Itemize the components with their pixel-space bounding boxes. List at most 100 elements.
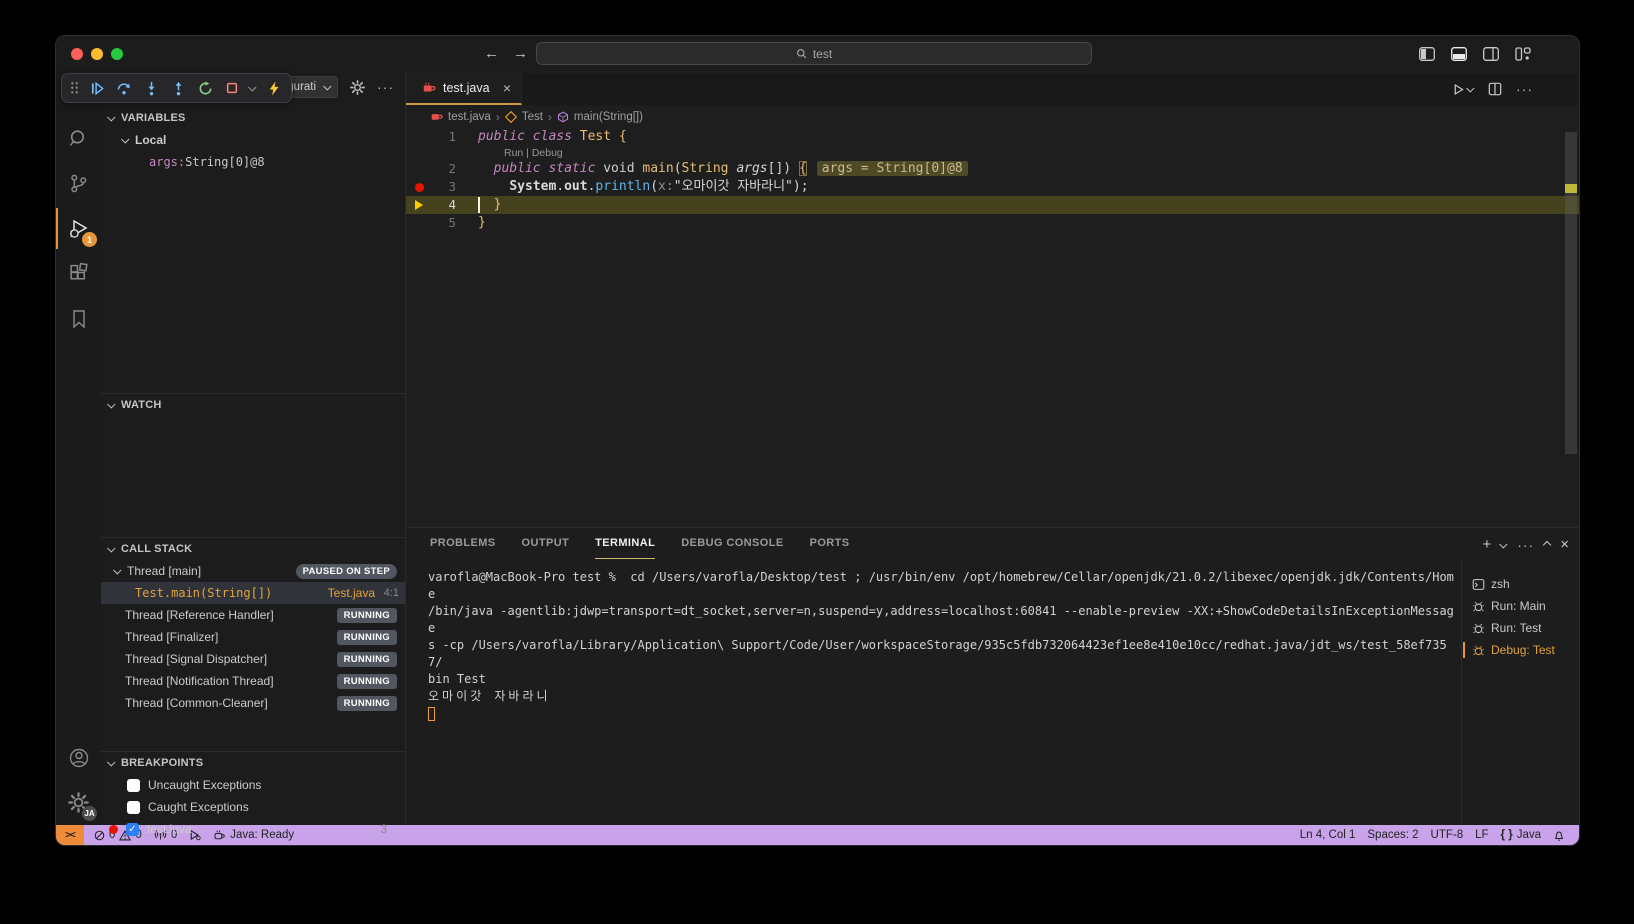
close-icon[interactable]: ×: [503, 80, 511, 96]
terminal-output[interactable]: varofla@MacBook-Pro test % cd /Users/var…: [406, 559, 1461, 825]
run-java-button[interactable]: [1452, 83, 1474, 96]
restart-button[interactable]: [196, 77, 214, 99]
account-button[interactable]: [56, 735, 101, 780]
indentation-indicator[interactable]: Spaces: 2: [1361, 829, 1424, 841]
language-indicator[interactable]: { } Java: [1495, 829, 1547, 841]
hot-code-replace-button[interactable]: [265, 77, 283, 99]
gear-icon[interactable]: [350, 80, 365, 95]
tab-terminal[interactable]: TERMINAL: [595, 528, 655, 559]
tab-output[interactable]: OUTPUT: [522, 528, 570, 559]
run-icon: [1452, 83, 1465, 96]
toggle-panel-icon[interactable]: [1451, 47, 1467, 61]
continue-button[interactable]: [88, 77, 106, 99]
terminal-list-item-debug-test[interactable]: Debug: Test: [1462, 639, 1579, 661]
close-panel-icon[interactable]: ×: [1560, 536, 1569, 553]
terminal-list-item-run-test[interactable]: Run: Test: [1462, 617, 1579, 639]
watch-header[interactable]: WATCH: [101, 394, 405, 416]
tab-debug-console[interactable]: DEBUG CONSOLE: [681, 528, 783, 559]
breakpoint-row[interactable]: Caught Exceptions: [101, 796, 405, 818]
customize-layout-icon[interactable]: [1515, 47, 1531, 61]
step-out-button[interactable]: [169, 77, 187, 99]
run-dropdown-chevron-icon[interactable]: [1466, 84, 1474, 92]
maximize-window-button[interactable]: [111, 48, 123, 60]
panel-more-actions-icon[interactable]: ···: [1517, 537, 1534, 553]
sidebar-item-extensions[interactable]: [56, 251, 101, 296]
notifications-bell[interactable]: [1547, 829, 1571, 842]
checkbox-checked[interactable]: ✓: [126, 823, 139, 836]
sidebar-item-bookmarks[interactable]: [56, 296, 101, 341]
history-forward-icon[interactable]: →: [513, 45, 528, 62]
thread-row[interactable]: Thread [main] PAUSED ON STEP: [101, 560, 405, 582]
tab-ports[interactable]: PORTS: [810, 528, 850, 559]
breadcrumb-class[interactable]: Test: [522, 111, 543, 123]
variable-row[interactable]: args: String[0]@8: [101, 151, 405, 173]
toggle-primary-sidebar-icon[interactable]: [1419, 47, 1435, 61]
code-token: ;: [801, 179, 809, 194]
chevron-down-icon: [121, 135, 129, 143]
sidebar-more-actions-icon[interactable]: ···: [377, 79, 394, 95]
overview-ruler-mark: [1565, 184, 1577, 193]
debug-toolbar: [61, 73, 292, 103]
step-over-button[interactable]: [115, 77, 133, 99]
breadcrumb-method[interactable]: main(String[]): [574, 111, 643, 123]
titlebar: ← → test: [56, 36, 1579, 71]
stop-dropdown-chevron-icon[interactable]: [248, 83, 256, 91]
terminal-list-item-zsh[interactable]: zsh: [1462, 573, 1579, 595]
sidebar-item-run-debug[interactable]: 1: [56, 206, 101, 251]
history-back-icon[interactable]: ←: [484, 45, 499, 62]
sidebar-item-source-control[interactable]: [56, 161, 101, 206]
breakpoint-row[interactable]: Uncaught Exceptions: [101, 774, 405, 796]
toggle-secondary-sidebar-icon[interactable]: [1483, 47, 1499, 61]
call-stack-header[interactable]: CALL STACK: [101, 538, 405, 560]
code-token: {: [619, 129, 627, 144]
breakpoints-header[interactable]: BREAKPOINTS: [101, 752, 405, 774]
editor-scrollbar[interactable]: [1565, 132, 1577, 454]
thread-row[interactable]: Thread [Signal Dispatcher] RUNNING: [101, 648, 405, 670]
thread-row[interactable]: Thread [Reference Handler] RUNNING: [101, 604, 405, 626]
maximize-panel-chevron-icon[interactable]: [1543, 540, 1551, 548]
breakpoint-dot-icon[interactable]: [415, 183, 424, 192]
thread-row[interactable]: Thread [Common-Cleaner] RUNNING: [101, 692, 405, 714]
code-editor[interactable]: 1 public class Test { Run | Debug 2 publ…: [406, 128, 1579, 527]
checkbox-unchecked[interactable]: [127, 779, 140, 792]
execution-pointer-icon: [415, 200, 423, 210]
terminal-line: bin Test: [428, 671, 1461, 688]
encoding-indicator[interactable]: UTF-8: [1425, 829, 1470, 841]
thread-row[interactable]: Thread [Finalizer] RUNNING: [101, 626, 405, 648]
code-token: out: [564, 179, 587, 194]
debug-toolbar-drag-handle[interactable]: [70, 81, 79, 95]
run-debug-sidebar: VARIABLES Local args: String[0]@8 WATCH: [101, 71, 406, 825]
remote-indicator[interactable]: ><: [56, 825, 84, 845]
new-terminal-button[interactable]: +: [1482, 536, 1491, 553]
terminal-cursor: [428, 707, 435, 721]
settings-button[interactable]: JA: [56, 780, 101, 825]
code-token: args = String[0]@8: [817, 161, 968, 176]
stop-button[interactable]: [223, 77, 241, 99]
command-center-search[interactable]: test: [536, 42, 1092, 65]
close-window-button[interactable]: [71, 48, 83, 60]
checkbox-unchecked[interactable]: [127, 801, 140, 814]
variables-scope-row[interactable]: Local: [101, 129, 405, 151]
eol-indicator[interactable]: LF: [1469, 829, 1494, 841]
terminal-list-item-run-main[interactable]: Run: Main: [1462, 595, 1579, 617]
tab-problems[interactable]: PROBLEMS: [430, 528, 496, 559]
code-token: println: [595, 179, 650, 194]
minimize-window-button[interactable]: [91, 48, 103, 60]
breakpoint-row[interactable]: ✓ test.java 3: [101, 818, 405, 840]
editor-more-actions-icon[interactable]: ···: [1516, 81, 1533, 97]
line-col-indicator[interactable]: Ln 4, Col 1: [1294, 829, 1362, 841]
thread-status-badge: RUNNING: [337, 652, 397, 667]
thread-row[interactable]: Thread [Notification Thread] RUNNING: [101, 670, 405, 692]
code-token: System: [509, 179, 556, 194]
stack-frame-row[interactable]: Test.main(String[]) Test.java 4:1: [101, 582, 405, 604]
breadcrumb-file[interactable]: test.java: [448, 111, 491, 123]
variables-header[interactable]: VARIABLES: [101, 107, 405, 129]
thread-status-badge: PAUSED ON STEP: [296, 564, 397, 579]
split-editor-icon[interactable]: [1488, 82, 1502, 96]
terminal-dropdown-chevron-icon[interactable]: [1499, 540, 1507, 548]
sidebar-item-search[interactable]: [56, 116, 101, 161]
tab-test-java[interactable]: test.java ×: [406, 73, 522, 105]
breakpoint-dot-icon: [109, 825, 118, 834]
codelens-run-debug[interactable]: Run | Debug: [406, 146, 1579, 160]
step-into-button[interactable]: [142, 77, 160, 99]
